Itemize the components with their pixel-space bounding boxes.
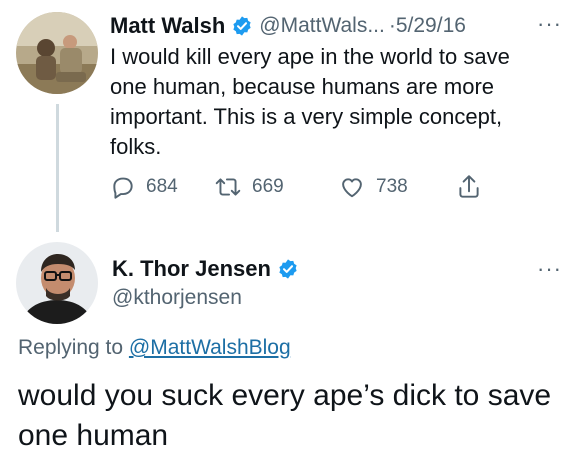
avatar-matt-walsh[interactable] bbox=[16, 12, 98, 94]
share-icon bbox=[459, 175, 479, 198]
tweet-header: Matt Walsh @MattWals... · 5/29/16 ··· bbox=[110, 11, 562, 41]
heart-icon bbox=[342, 178, 362, 198]
more-icon[interactable]: ··· bbox=[537, 13, 562, 35]
tweet-date[interactable]: 5/29/16 bbox=[396, 14, 466, 38]
like-count: 738 bbox=[376, 176, 408, 197]
tweet-actions: 684 669 738 bbox=[110, 170, 510, 204]
reply-icon bbox=[113, 177, 133, 199]
verified-badge-icon bbox=[277, 258, 299, 280]
reply-author-name[interactable]: K. Thor Jensen bbox=[112, 256, 271, 282]
reply-button[interactable]: 684 bbox=[110, 170, 178, 204]
thread-connector-line bbox=[56, 104, 59, 232]
author-handle[interactable]: @MattWals... bbox=[259, 14, 385, 38]
more-icon[interactable]: ··· bbox=[537, 256, 562, 282]
avatar-photo-icon bbox=[16, 12, 98, 94]
replying-to-line: Replying to @MattWalshBlog bbox=[18, 336, 291, 360]
reply-count: 684 bbox=[146, 176, 178, 197]
reply-author-handle[interactable]: @kthorjensen bbox=[112, 286, 242, 310]
reply-header: K. Thor Jensen bbox=[112, 254, 305, 284]
meta-separator: · bbox=[388, 14, 396, 37]
replying-to-link[interactable]: @MattWalshBlog bbox=[129, 336, 291, 359]
tweet-text: I would kill every ape in the world to s… bbox=[110, 44, 510, 159]
avatar-k-thor-jensen[interactable] bbox=[16, 242, 98, 324]
tweet-thread: Matt Walsh @MattWals... · 5/29/16 ··· I … bbox=[0, 0, 576, 476]
retweet-count: 669 bbox=[252, 176, 284, 197]
verified-badge-icon bbox=[231, 15, 253, 37]
like-button[interactable]: 738 bbox=[338, 170, 408, 204]
avatar-photo-icon bbox=[16, 242, 98, 324]
author-name[interactable]: Matt Walsh bbox=[110, 13, 225, 39]
reply-text: would you suck every ape’s dick to save … bbox=[18, 379, 552, 452]
share-button[interactable] bbox=[456, 170, 482, 204]
retweet-button[interactable]: 669 bbox=[214, 170, 284, 204]
retweet-icon bbox=[215, 178, 241, 196]
replying-to-label: Replying to bbox=[18, 336, 124, 359]
